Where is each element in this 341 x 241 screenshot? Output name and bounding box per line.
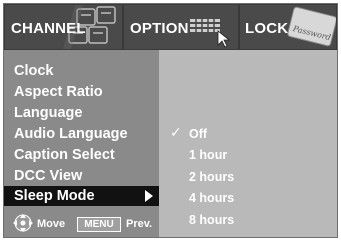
keyboard-cursor-icon xyxy=(190,18,231,48)
screen: CHANNEL OPTION Password LOCK Clock Aspec… xyxy=(0,0,341,241)
submenu-arrow-icon xyxy=(145,190,153,202)
tab-lock-label: LOCK xyxy=(245,20,289,37)
tab-channel-label: CHANNEL xyxy=(11,20,86,37)
tab-option[interactable]: OPTION xyxy=(124,5,238,49)
menu-key-badge: MENU xyxy=(77,217,121,232)
checkmark-icon: ✓ xyxy=(170,124,182,140)
navigation-hint: Move MENU Prev. xyxy=(4,209,159,237)
option-4-hours[interactable]: 4 hours xyxy=(189,191,234,205)
menu-item-sleep-mode-label: Sleep Mode xyxy=(14,188,95,204)
menu-item-sleep-mode[interactable]: Sleep Mode xyxy=(4,186,159,206)
menu-item-dcc-view[interactable]: DCC View xyxy=(14,167,82,185)
option-1-hour[interactable]: 1 hour xyxy=(189,148,227,162)
tab-lock[interactable]: Password LOCK xyxy=(240,5,336,49)
option-8-hours[interactable]: 8 hours xyxy=(189,213,234,227)
option-off[interactable]: Off xyxy=(189,127,207,141)
tab-bar: CHANNEL OPTION Password LOCK xyxy=(4,4,337,50)
tab-channel[interactable]: CHANNEL xyxy=(5,5,122,49)
sleep-mode-options: ✓ Off 1 hour 2 hours 4 hours 8 hours xyxy=(161,50,337,237)
dpad-icon xyxy=(13,214,33,232)
menu-item-clock[interactable]: Clock xyxy=(14,62,54,80)
option-2-hours[interactable]: 2 hours xyxy=(189,170,234,184)
move-hint-label: Move xyxy=(37,218,66,230)
menu-item-aspect-ratio[interactable]: Aspect Ratio xyxy=(14,83,103,101)
menu-item-caption-select[interactable]: Caption Select xyxy=(14,146,115,164)
menu-list: Clock Aspect Ratio Language Audio Langua… xyxy=(4,50,159,237)
prev-hint-label: Prev. xyxy=(126,218,153,230)
password-card-icon: Password xyxy=(287,6,336,47)
tab-option-label: OPTION xyxy=(130,20,189,37)
setup-menu-window: CHANNEL OPTION Password LOCK Clock Aspec… xyxy=(3,3,338,238)
menu-item-audio-language[interactable]: Audio Language xyxy=(14,125,128,143)
menu-item-language[interactable]: Language xyxy=(14,104,82,122)
